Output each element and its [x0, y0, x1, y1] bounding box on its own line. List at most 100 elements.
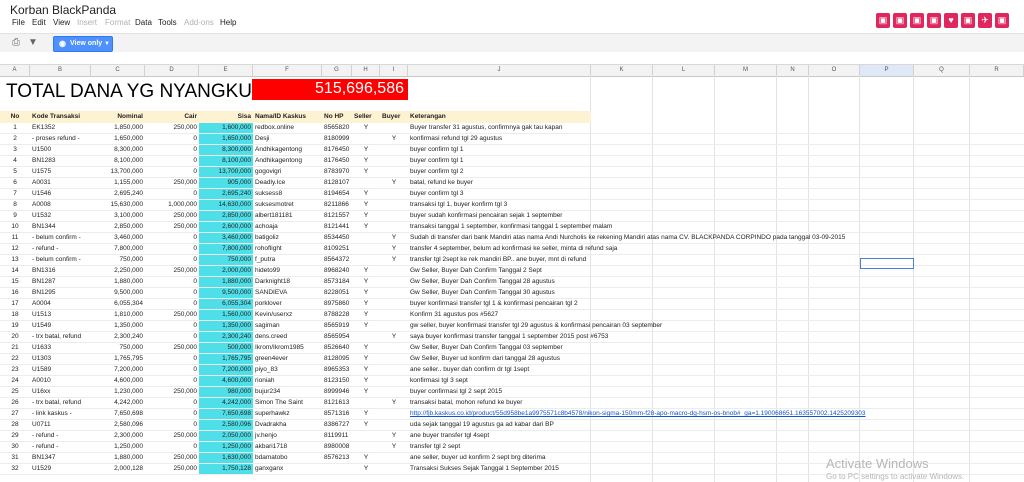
cell-sisa[interactable]: 1,560,000 — [199, 310, 253, 320]
cell-hp[interactable]: 8128095 — [322, 354, 352, 364]
cell-hp[interactable] — [322, 464, 352, 474]
cell-nama[interactable]: ganxganx — [253, 464, 322, 474]
cell-ket[interactable]: buyer confirm tgl 1 — [408, 145, 868, 155]
cell-no[interactable]: 8 — [0, 200, 30, 210]
cell-hp[interactable]: 8980008 — [322, 442, 352, 452]
cell-cair[interactable]: 0 — [145, 156, 199, 166]
cell-nominal[interactable]: 1,810,000 — [91, 310, 145, 320]
cell-nominal[interactable]: 2,580,096 — [91, 420, 145, 430]
cell-nama[interactable]: superhawkz — [253, 409, 322, 419]
cell-nominal[interactable]: 4,242,000 — [91, 398, 145, 408]
cell-cair[interactable]: 250,000 — [145, 211, 199, 221]
cell-seller[interactable]: Y — [352, 376, 380, 386]
cell-hp[interactable]: 8565820 — [322, 123, 352, 133]
cell-seller[interactable]: Y — [352, 343, 380, 353]
cell-ket[interactable]: Buyer transfer 31 agustus, confirmnya ga… — [408, 123, 868, 133]
cell-no[interactable]: 6 — [0, 178, 30, 188]
cell-ket[interactable]: transfer tgl 2sept ke rek mandiri BP.. a… — [408, 255, 868, 265]
cell-seller[interactable]: Y — [352, 321, 380, 331]
cell-ket[interactable]: transaksi batal, mohon refund ke buyer — [408, 398, 868, 408]
cell-ket[interactable]: buyer confirm tgl 1 — [408, 156, 868, 166]
cell-buyer[interactable]: Y — [380, 244, 408, 254]
cell-kode[interactable]: U1589 — [30, 365, 91, 375]
cell-hp[interactable]: 8999946 — [322, 387, 352, 397]
cell-ket[interactable]: Gw Seller, Buyer Dah Confirm Tanggal 28 … — [408, 277, 868, 287]
cell-no[interactable]: 13 — [0, 255, 30, 265]
cell-no[interactable]: 23 — [0, 365, 30, 375]
cell-hp[interactable]: 8565954 — [322, 332, 352, 342]
cell-no[interactable]: 21 — [0, 343, 30, 353]
cell-sisa[interactable]: 1,250,000 — [199, 442, 253, 452]
cell-ket[interactable]: buyer konfirmasi transfer tgl 1 & konfir… — [408, 299, 868, 309]
cell-nominal[interactable]: 8,300,000 — [91, 145, 145, 155]
cell-sisa[interactable]: 1,600,000 — [199, 123, 253, 133]
cell-ket[interactable]: Sudah di transfer dari bank Mandiri atas… — [408, 233, 868, 243]
cell-hp[interactable]: 8975860 — [322, 299, 352, 309]
cell-cair[interactable]: 0 — [145, 354, 199, 364]
cell-no[interactable]: 14 — [0, 266, 30, 276]
cell-no[interactable]: 1 — [0, 123, 30, 133]
cell-kode[interactable]: - link kaskus - — [30, 409, 91, 419]
cell-nama[interactable]: redbox.online — [253, 123, 322, 133]
cell-nominal[interactable]: 2,850,000 — [91, 222, 145, 232]
cell-hp[interactable]: 8526640 — [322, 343, 352, 353]
cell-nama[interactable]: akbari1718 — [253, 442, 322, 452]
column-header[interactable]: E — [199, 65, 253, 76]
cell-ket[interactable]: transaksi tanggal 1 september, konfirmas… — [408, 222, 868, 232]
cell-nama[interactable]: porklover — [253, 299, 322, 309]
menu-view[interactable]: View — [53, 18, 70, 27]
cell-kode[interactable]: BN1344 — [30, 222, 91, 232]
cell-nominal[interactable]: 2,300,240 — [91, 332, 145, 342]
cell-ket[interactable]: Gw Seller, Buyer ud konfirm dari tanggal… — [408, 354, 868, 364]
cell-nominal[interactable]: 1,650,000 — [91, 134, 145, 144]
column-header[interactable]: N — [777, 65, 809, 76]
table-row[interactable]: 20- trx batal, refund 2,300,240 0 2,300,240… — [0, 332, 1024, 343]
cell-nama[interactable]: sagiman — [253, 321, 322, 331]
cell-buyer[interactable]: Y — [380, 233, 408, 243]
cell-nominal[interactable]: 1,880,000 — [91, 277, 145, 287]
cell-ket[interactable]: buyer confirm tgl 2 — [408, 167, 868, 177]
cell-sisa[interactable]: 1,750,128 — [199, 464, 253, 474]
table-row[interactable]: 1 EK1352 1,850,000 250,000 1,600,000 redbox.o… — [0, 123, 1024, 134]
cell-cair[interactable]: 250,000 — [145, 464, 199, 474]
menu-addons[interactable]: Add-ons — [184, 18, 214, 27]
cell-cair[interactable]: 250,000 — [145, 387, 199, 397]
cell-sisa[interactable]: 4,600,000 — [199, 376, 253, 386]
cell-nominal[interactable]: 2,300,000 — [91, 431, 145, 441]
cell-no[interactable]: 11 — [0, 233, 30, 243]
cell-nama[interactable]: jv.henjo — [253, 431, 322, 441]
cell-cair[interactable]: 0 — [145, 442, 199, 452]
cell-nama[interactable]: piyo_83 — [253, 365, 322, 375]
cell-kode[interactable]: A0004 — [30, 299, 91, 309]
table-row[interactable]: 9 U1532 3,100,000 250,000 2,850,000 albert181… — [0, 211, 1024, 222]
cell-nominal[interactable]: 1,850,000 — [91, 123, 145, 133]
cell-nominal[interactable]: 1,155,000 — [91, 178, 145, 188]
cell-kode[interactable]: BN1295 — [30, 288, 91, 298]
cell-hp[interactable]: 8121557 — [322, 211, 352, 221]
cell-kode[interactable]: U16xx — [30, 387, 91, 397]
cell-kode[interactable]: U0711 — [30, 420, 91, 430]
app-icon[interactable]: ▣ — [893, 13, 907, 28]
cell-hp[interactable]: 8128107 — [322, 178, 352, 188]
cell-no[interactable]: 18 — [0, 310, 30, 320]
table-row[interactable]: 5 U1575 13,700,000 0 13,700,000 gogovigri 8783… — [0, 167, 1024, 178]
column-header[interactable]: C — [91, 65, 145, 76]
cell-sisa[interactable]: 2,600,000 — [199, 222, 253, 232]
cell-hp[interactable]: 8564372 — [322, 255, 352, 265]
cell-buyer[interactable] — [380, 200, 408, 210]
cell-buyer[interactable]: Y — [380, 255, 408, 265]
cell-nama[interactable]: Darknight18 — [253, 277, 322, 287]
cell-nama[interactable]: Ikrom/Ikrom1985 — [253, 343, 322, 353]
cell-buyer[interactable]: Y — [380, 332, 408, 342]
cell-hp[interactable]: 8119911 — [322, 431, 352, 441]
cell-kode[interactable]: EK1352 — [30, 123, 91, 133]
cell-cair[interactable]: 250,000 — [145, 310, 199, 320]
cell-nominal[interactable]: 7,200,000 — [91, 365, 145, 375]
cell-buyer[interactable] — [380, 376, 408, 386]
cell-nominal[interactable]: 8,100,000 — [91, 156, 145, 166]
cell-buyer[interactable] — [380, 321, 408, 331]
cell-buyer[interactable] — [380, 156, 408, 166]
cell-buyer[interactable] — [380, 420, 408, 430]
cell-no[interactable]: 30 — [0, 442, 30, 452]
cell-no[interactable]: 16 — [0, 288, 30, 298]
